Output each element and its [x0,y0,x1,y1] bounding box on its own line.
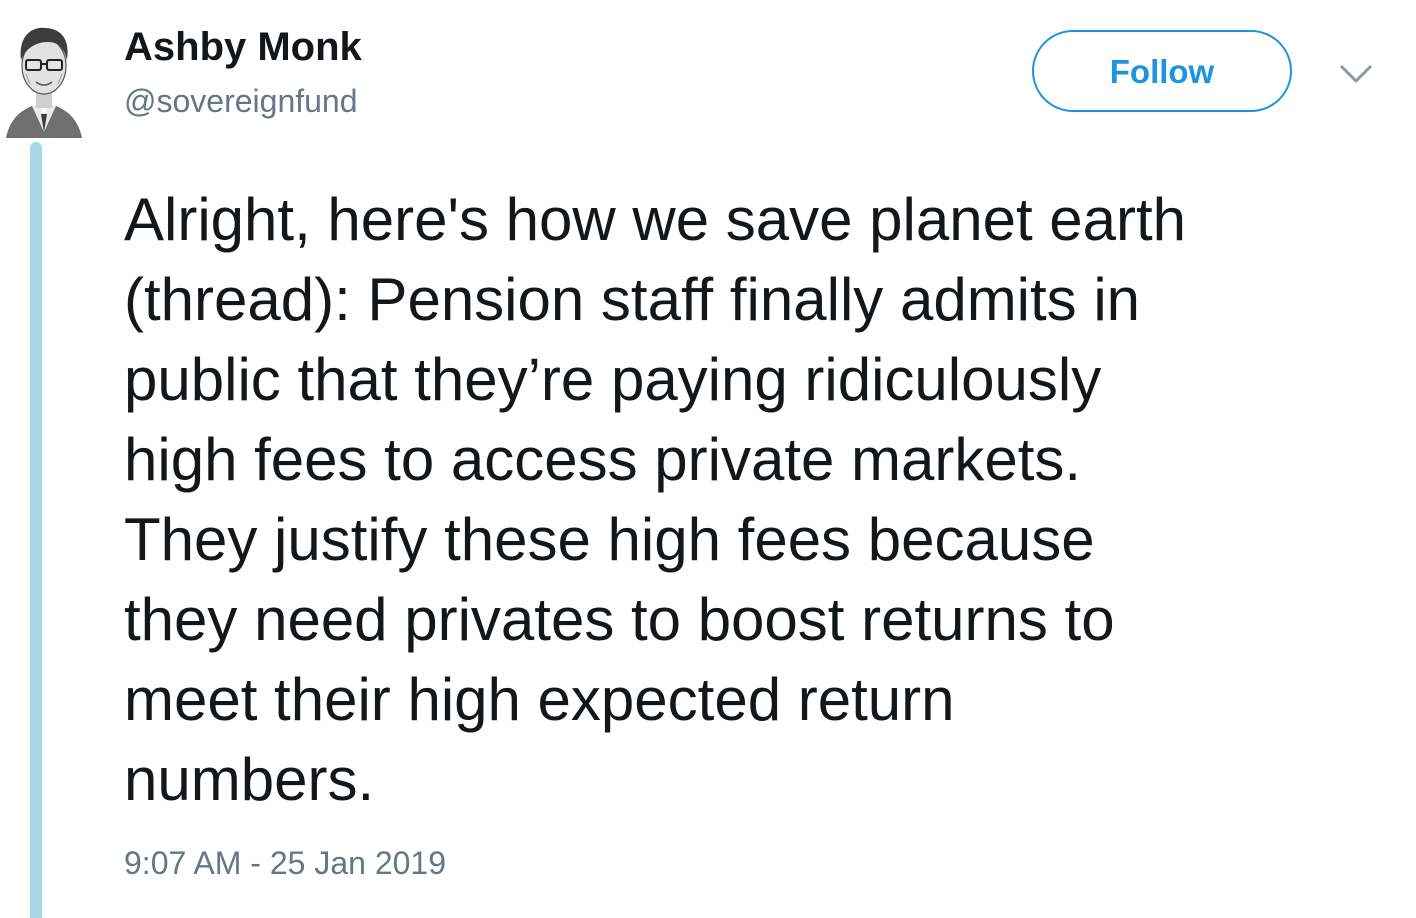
follow-button[interactable]: Follow [1032,30,1292,112]
tweet-text-line: public that they’re paying ridiculously [124,346,1102,413]
tweet-timestamp[interactable]: 9:07 AM - 25 Jan 2019 [124,842,446,884]
author-handle[interactable]: @sovereignfund [124,80,358,122]
tweet-text-line: they need privates to boost returns to [124,586,1115,653]
tweet-text-line: Alright, here's how we save planet earth [124,186,1187,253]
tweet-text-line: numbers. [124,746,375,813]
tweet-text-line: (thread): Pension staff finally admits i… [124,266,1141,333]
tweet-text-line: high fees to access private markets. [124,426,1082,493]
chevron-down-icon[interactable] [1338,62,1374,86]
author-display-name[interactable]: Ashby Monk [124,22,362,72]
tweet-text: Alright, here's how we save planet earth… [124,180,1384,820]
thread-line [30,142,42,918]
tweet-text-line: They justify these high fees because [124,506,1095,573]
avatar[interactable] [4,14,84,138]
avatar-portrait-icon [6,27,82,138]
tweet-text-line: meet their high expected return [124,666,955,733]
